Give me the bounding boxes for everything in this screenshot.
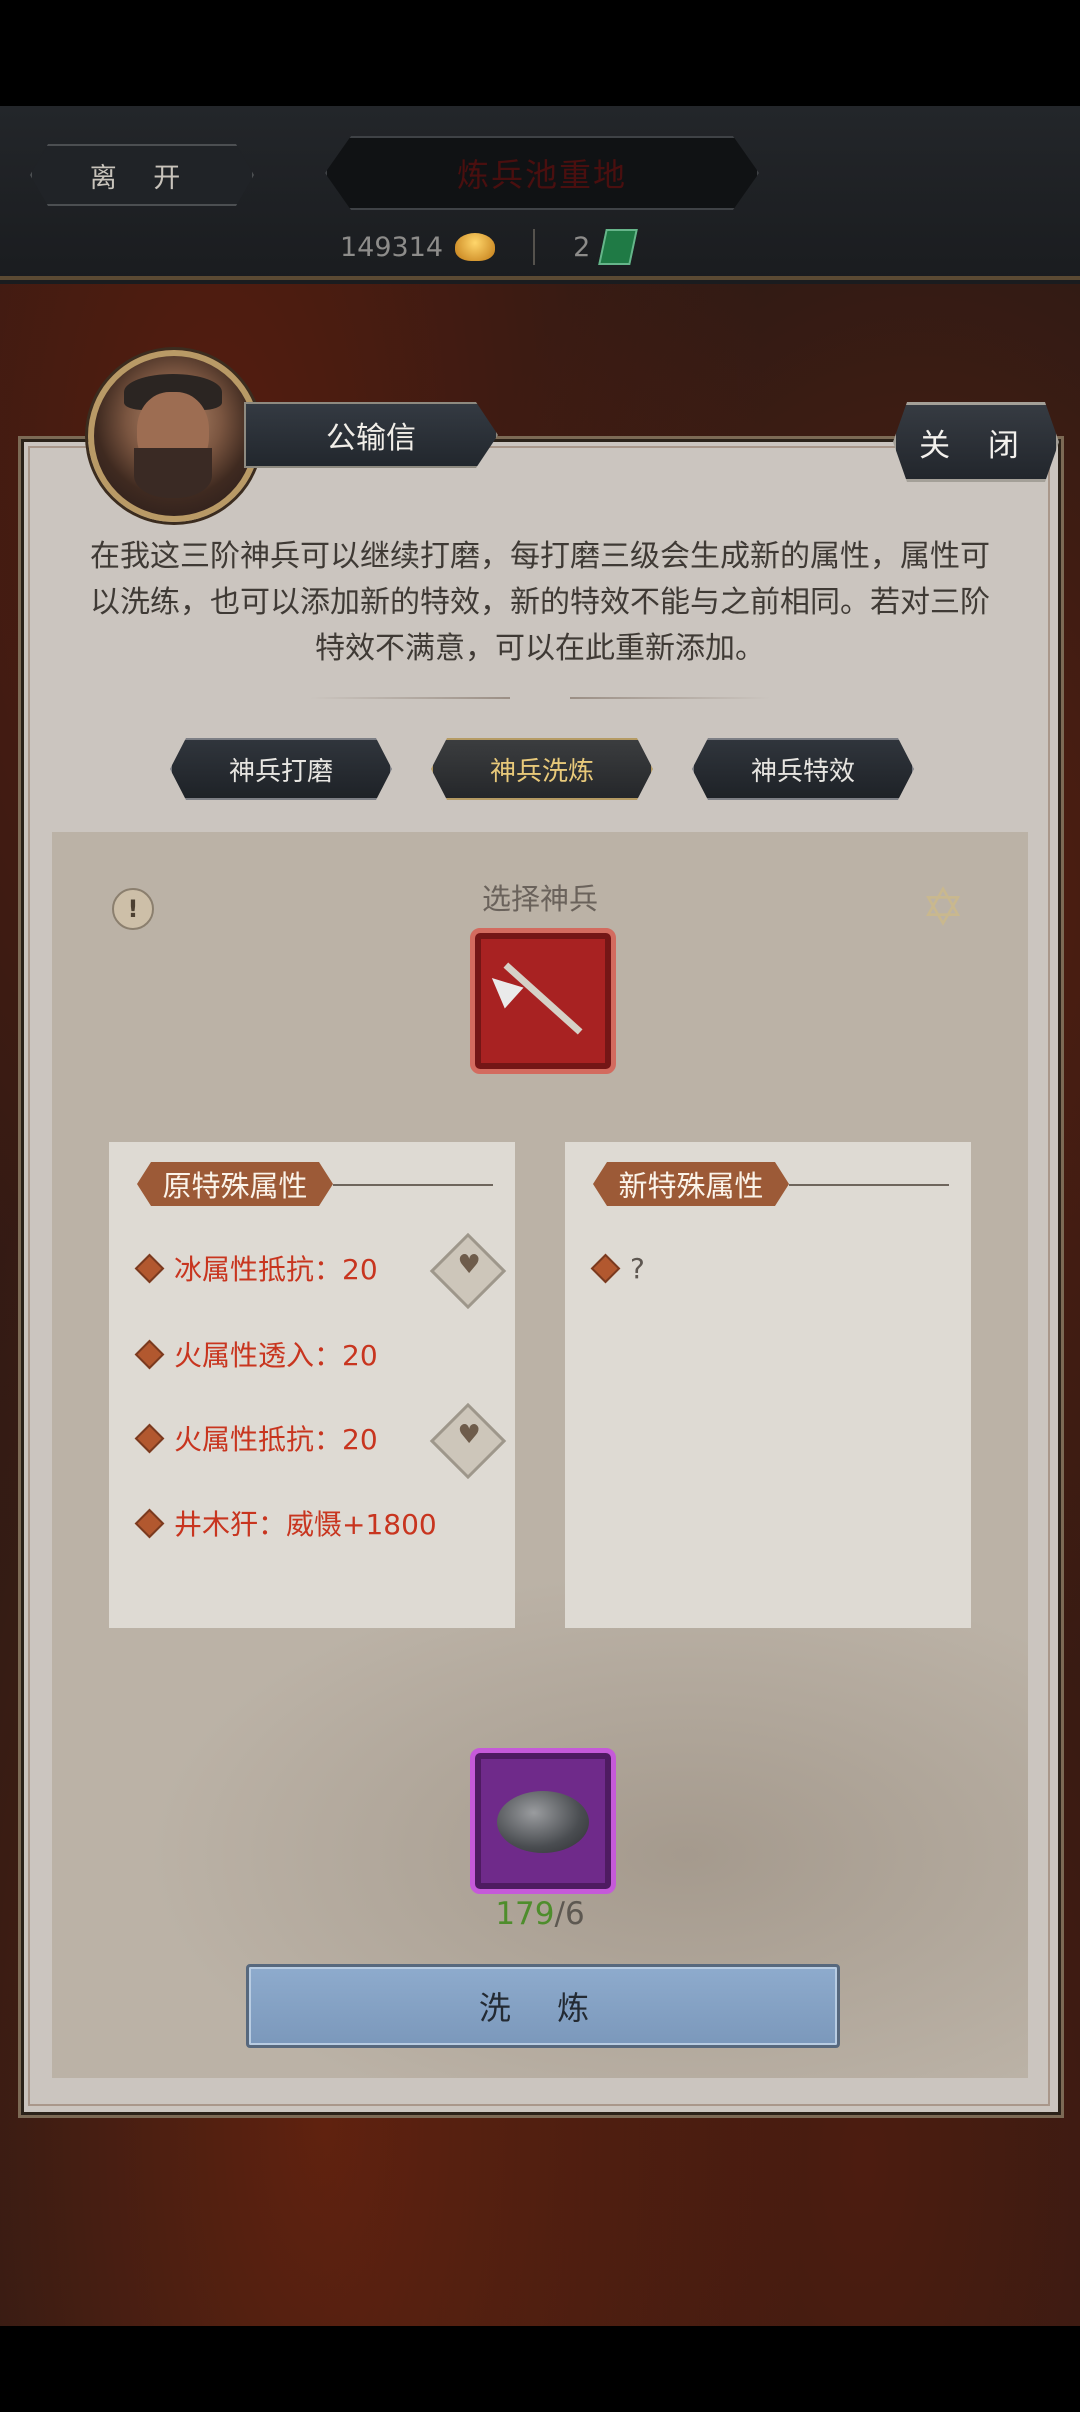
stone-have-count: 179 <box>495 1896 555 1932</box>
attribute-row: 井木犴：威慑+1800 <box>134 1503 437 1543</box>
attribute-text: 火属性透入：20 <box>174 1339 378 1372</box>
attribute-row: 冰属性抵抗：20 <box>134 1248 378 1288</box>
gem-bullet-icon <box>590 1253 621 1283</box>
gem-bullet-icon <box>134 1423 165 1453</box>
attribute-text: 冰属性抵抗：20 <box>174 1253 378 1286</box>
weapon-slot[interactable] <box>470 928 616 1074</box>
select-weapon-label: 选择神兵 <box>481 882 598 916</box>
description-ornament <box>310 694 770 702</box>
attribute-text: 井木犴：威慑+1800 <box>174 1508 437 1541</box>
gem-bullet-icon <box>134 1339 165 1369</box>
info-icon[interactable]: ! <box>112 888 154 930</box>
original-attributes-box: 原特殊属性 冰属性抵抗：20 ♥ 火属性透入：20 火属性抵抗：20 ♥ 井木犴… <box>109 1142 515 1628</box>
attribute-text: 火属性抵抗：20 <box>174 1423 378 1456</box>
attribute-row: 火属性抵抗：20 <box>134 1418 378 1458</box>
location-title: 炼兵池重地 <box>325 136 759 210</box>
lock-attribute-button[interactable]: ♥ <box>429 1402 507 1480</box>
currency-divider <box>533 229 536 265</box>
header-divider <box>0 276 1080 280</box>
gold-amount: 149314 <box>340 231 444 263</box>
refine-button[interactable]: 洗 炼 <box>246 1964 840 2048</box>
stone-count: 179/6 <box>440 1896 640 1932</box>
navigation-bar-area <box>0 2326 1080 2412</box>
new-attributes-title: 新特殊属性 <box>593 1162 789 1206</box>
npc-description: 在我这三阶神兵可以继续打磨，每打磨三级会生成新的属性，属性可以洗练，也可以添加新… <box>90 539 990 666</box>
refine-stone-icon <box>497 1791 589 1853</box>
npc-portrait <box>88 350 260 522</box>
stone-need-count: /6 <box>554 1896 585 1932</box>
status-bar-area <box>0 0 1080 106</box>
gem-bullet-icon <box>134 1508 165 1538</box>
lock-attribute-button[interactable]: ♥ <box>429 1232 507 1310</box>
original-attributes-title: 原特殊属性 <box>137 1162 333 1206</box>
tab-weapon-effect[interactable]: 神兵特效 <box>692 738 914 800</box>
refine-stone-slot[interactable] <box>470 1748 616 1894</box>
close-button[interactable]: 关 闭 <box>893 402 1059 482</box>
jade-amount: 2 <box>573 231 591 263</box>
attribute-text: ? <box>630 1251 645 1285</box>
attribute-row: ? <box>590 1248 645 1288</box>
npc-name-plate: 公输信 <box>244 402 498 468</box>
attribute-row: 火属性透入：20 <box>134 1334 378 1374</box>
leave-button[interactable]: 离 开 <box>30 144 254 206</box>
tab-weapon-polish[interactable]: 神兵打磨 <box>170 738 392 800</box>
new-attributes-box: 新特殊属性 ? <box>565 1142 971 1628</box>
hexagram-star-icon[interactable]: ✡ <box>915 880 971 936</box>
heart-lock-icon: ♥ <box>457 1420 481 1451</box>
gem-bullet-icon <box>134 1253 165 1283</box>
jade-token-icon <box>598 229 639 265</box>
spear-icon <box>503 962 583 1035</box>
tab-weapon-refine[interactable]: 神兵洗炼 <box>431 738 653 800</box>
currency-row: 149314 2 <box>340 222 639 272</box>
gold-ingot-icon <box>455 233 496 261</box>
heart-lock-icon: ♥ <box>457 1250 481 1281</box>
